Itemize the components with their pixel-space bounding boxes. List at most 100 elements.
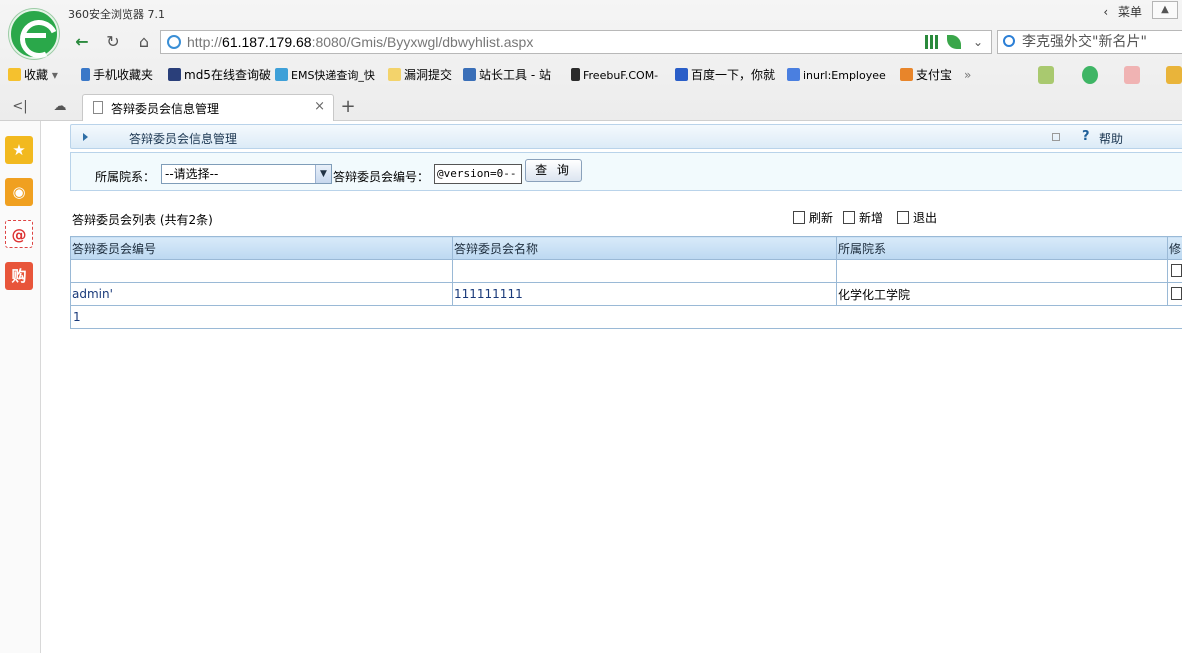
exit-button[interactable]: 退出 [897,210,937,226]
expand-icon[interactable] [1052,133,1060,141]
chevron-down-icon[interactable]: ▼ [315,165,331,183]
new-doc-icon [843,211,855,224]
google-icon [787,68,800,81]
bookmark-freebuf[interactable]: FreebuF.COM- [571,64,658,86]
more-bookmarks-icon[interactable]: » [964,64,971,86]
search-icon [1003,35,1015,47]
new-tab-icon[interactable]: + [337,94,359,120]
bookmark-md5[interactable]: md5在线查询破 [168,64,271,86]
back-arrow-icon[interactable]: ← [70,31,94,53]
search-box[interactable]: 李克强外交"新名片" [997,30,1182,54]
bookmark-inurl[interactable]: inurl:Employee [787,64,886,86]
globe-icon [167,35,181,49]
cell-name: 111111111 [452,282,837,306]
page-number-link[interactable]: 1 [73,310,81,324]
favorites-star-icon[interactable]: ★ [5,136,33,164]
menu-button[interactable]: 菜单 [1118,5,1142,19]
ems-icon [275,68,288,81]
url-rest: :8080/Gmis/Byyxwgl/dbwyhlist.aspx [311,34,534,50]
leaf-icon[interactable] [947,35,961,49]
dept-label: 所属院系： [95,170,156,184]
col-header-name: 答辩委员会名称 [452,236,837,260]
edit-icon[interactable] [1171,264,1182,277]
extension-icon[interactable] [1166,66,1182,84]
browser-logo-icon [9,9,59,59]
phone-icon [81,68,90,81]
cell-edit[interactable] [1167,282,1182,306]
arrow-right-icon [83,133,88,141]
grid-icon [168,68,181,81]
col-header-code: 答辩委员会编号 [70,236,453,260]
app-title: 360安全浏览器 7.1 [68,8,165,21]
pin-icon[interactable]: ▲ [1152,1,1178,19]
bookmark-favorites[interactable]: 收藏 ▾ [8,64,58,86]
tab-strip: <| ☁ 答辩委员会信息管理 × + [0,94,1182,121]
webmaster-icon [463,68,476,81]
folder-icon [388,68,401,81]
help-link[interactable]: 帮助 [1099,130,1123,147]
query-button[interactable]: 查 询 [525,159,582,182]
tab-title: 答辩委员会信息管理 [111,102,220,116]
cell-code: admin' [70,282,453,306]
home-icon[interactable]: ⌂ [132,31,156,53]
bookmark-baidu[interactable]: 百度一下，你就 [675,64,775,86]
star-icon [8,68,21,81]
document-icon [93,101,103,114]
email-icon[interactable]: @ [5,220,33,248]
menu-area[interactable]: ‹ 菜单 [1097,3,1142,20]
bookmark-mobile[interactable]: 手机收藏夹 [81,64,153,86]
tab-active[interactable]: 答辩委员会信息管理 × [82,94,334,121]
url-prefix: http:// [187,34,223,50]
browser-sidebar: ★ ◉ @ 购 [0,121,41,653]
cell-dept [836,259,1168,283]
exit-icon [897,211,909,224]
list-caption: 答辩委员会列表 (共有2条) [72,213,213,227]
search-panel: 所属院系： --请选择-- ▼ 答辩委员会编号： @version=0-- 查 … [70,152,1182,191]
committee-table: 答辩委员会编号 答辩委员会名称 所属院系 修 admin' 111111111 … [70,236,1182,306]
edit-icon[interactable] [1171,287,1182,300]
tab-list-icon[interactable]: <| [8,94,32,120]
dept-select[interactable]: --请选择-- ▼ [161,164,332,184]
freebuf-icon [571,68,580,81]
pdf-icon[interactable] [1124,66,1140,84]
bookmark-webmaster[interactable]: 站长工具 - 站 [463,64,551,86]
code-label: 答辩委员会编号： [333,170,430,184]
bookmark-vuln[interactable]: 漏洞提交 [388,64,452,86]
address-bar[interactable]: http://61.187.179.68:8080/Gmis/Byyxwgl/d… [160,30,992,54]
shopping-icon[interactable]: 购 [5,262,33,290]
bookmark-ems[interactable]: EMS快递查询_快 [275,64,375,86]
shield-icon [900,68,913,81]
page-content: 答辩委员会信息管理 ? 帮助 所属院系： --请选择-- ▼ 答辩委员会编号： … [41,121,1182,653]
table-row[interactable]: admin' 111111111 化学化工学院 [70,282,1182,306]
chevron-down-icon[interactable]: ⌄ [973,31,983,53]
code-input[interactable]: @version=0-- [434,164,522,184]
add-button[interactable]: 新增 [843,210,883,226]
cell-code [70,259,453,283]
cell-edit[interactable] [1167,259,1182,283]
col-header-edit: 修 [1167,236,1182,260]
cloud-icon[interactable]: ☁ [48,94,72,120]
refresh-icon[interactable]: ↻ [101,31,125,53]
paw-icon [675,68,688,81]
search-text: 李克强外交"新名片" [1022,34,1147,50]
weibo-icon[interactable]: ◉ [5,178,33,206]
page-title-bar: 答辩委员会信息管理 ? 帮助 [70,124,1182,149]
pager[interactable]: 1 [70,306,1182,329]
cell-name [452,259,837,283]
refresh-doc-icon [793,211,805,224]
refresh-button[interactable]: 刷新 [793,210,833,226]
dept-select-value: --请选择-- [165,167,219,181]
apps-icon[interactable] [1038,66,1054,84]
help-icon[interactable]: ? [1082,130,1094,144]
table-header-row: 答辩委员会编号 答辩委员会名称 所属院系 修 [70,236,1182,260]
browser-chrome: 360安全浏览器 7.1 ‹ 菜单 ▲ ← ↻ ⌂ http://61.187.… [0,0,1182,121]
cell-dept: 化学化工学院 [836,282,1168,306]
security-shield-icon[interactable] [1082,66,1098,84]
col-header-dept: 所属院系 [836,236,1168,260]
qr-code-icon[interactable] [925,35,939,49]
table-row[interactable] [70,259,1182,283]
bookmark-alipay[interactable]: 支付宝 [900,64,952,86]
page-title: 答辩委员会信息管理 [129,132,238,146]
close-icon[interactable]: × [314,99,325,114]
chevron-left-icon[interactable]: ‹ [1103,5,1108,19]
